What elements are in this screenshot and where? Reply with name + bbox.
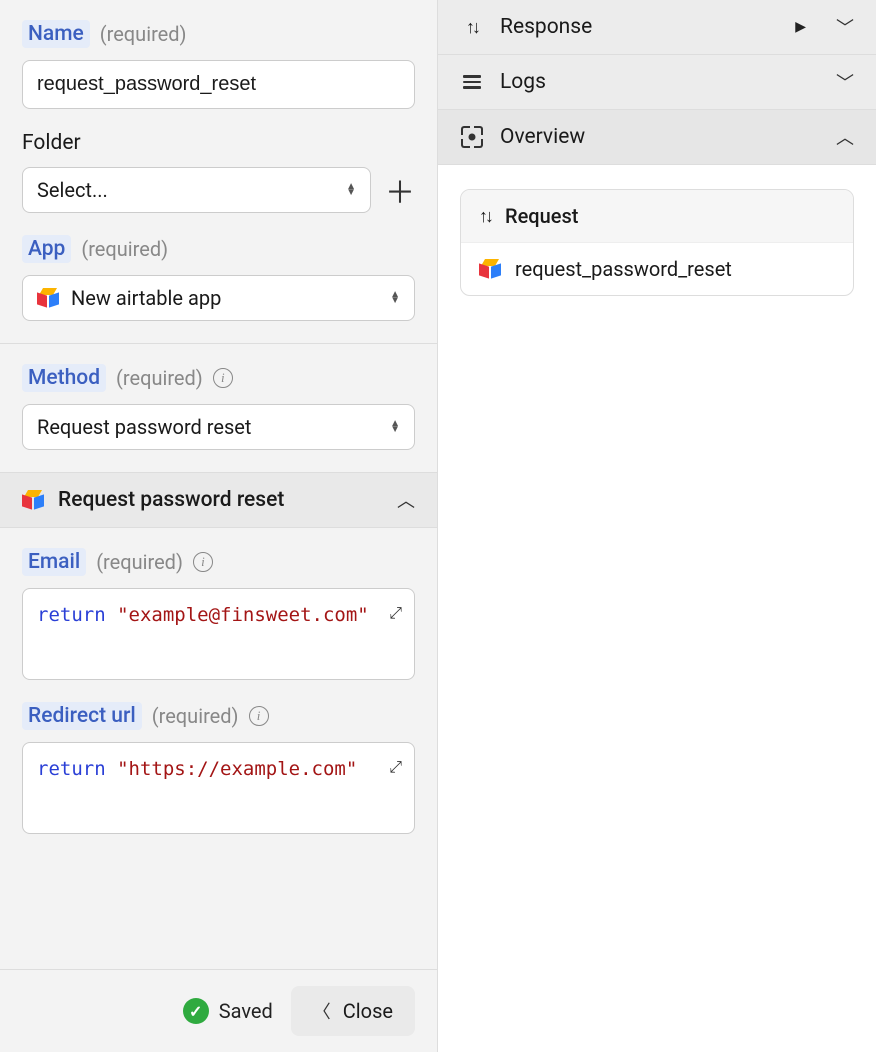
expand-icon[interactable]: ⤢ xyxy=(389,755,402,779)
airtable-icon xyxy=(37,288,59,308)
method-select-value: Request password reset xyxy=(37,415,251,439)
updown-caret-icon: ▲▼ xyxy=(346,184,356,196)
params-section: Email (required) i return "example@finsw… xyxy=(0,528,437,856)
code-string: "example@finsweet.com" xyxy=(117,604,369,626)
code-keyword: return xyxy=(37,604,106,626)
expand-icon[interactable]: ⤢ xyxy=(389,601,402,625)
email-required: (required) xyxy=(96,550,183,574)
app-label: App xyxy=(22,235,71,263)
redirect-label-row: Redirect url (required) i xyxy=(22,702,415,730)
folder-select-row: Select... ▲▼ ＋ xyxy=(22,167,415,213)
form-top-section: Name (required) Folder Select... ▲▼ ＋ Ap… xyxy=(0,0,437,343)
email-field-group: Email (required) i return "example@finsw… xyxy=(22,548,415,680)
folder-label: Folder xyxy=(22,131,81,155)
method-required: (required) xyxy=(116,366,203,390)
accordion-request-password-reset[interactable]: Request password reset ︿ xyxy=(0,472,437,528)
overview-content: ↑↓ Request request_password_reset xyxy=(438,165,876,320)
airtable-icon xyxy=(22,490,44,510)
email-code-input[interactable]: return "example@finsweet.com" ⤢ xyxy=(22,588,415,680)
transfer-icon: ↑↓ xyxy=(479,206,491,227)
tab-logs-label: Logs xyxy=(500,70,546,94)
chevron-up-icon: ︿ xyxy=(397,487,415,513)
tab-logs[interactable]: Logs ﹀ xyxy=(438,55,876,110)
info-icon[interactable]: i xyxy=(213,368,233,388)
tab-overview-label: Overview xyxy=(500,125,585,149)
play-icon[interactable]: ▶ xyxy=(795,19,806,35)
transfer-icon: ↑↓ xyxy=(460,17,484,38)
close-label: Close xyxy=(343,999,393,1023)
chevron-down-icon: ﹀ xyxy=(836,69,854,95)
app-select-value: New airtable app xyxy=(71,286,221,310)
folder-field-group: Folder Select... ▲▼ ＋ xyxy=(22,131,415,213)
folder-label-row: Folder xyxy=(22,131,415,155)
updown-caret-icon: ▲▼ xyxy=(390,292,400,304)
app-required: (required) xyxy=(81,237,168,261)
app-label-row: App (required) xyxy=(22,235,415,263)
method-select[interactable]: Request password reset ▲▼ xyxy=(22,404,415,450)
saved-status: ✓ Saved xyxy=(183,998,273,1024)
card-item[interactable]: request_password_reset xyxy=(461,242,853,295)
tab-overview[interactable]: Overview ︿ xyxy=(438,110,876,165)
method-section: Method (required) i Request password res… xyxy=(0,344,437,472)
redirect-field-group: Redirect url (required) i return "https:… xyxy=(22,702,415,834)
overview-icon xyxy=(460,126,484,148)
right-panel: ↑↓ Response ▶ ﹀ Logs ﹀ Overview ︿ ↑↓ Req… xyxy=(438,0,876,1052)
app-select[interactable]: New airtable app ▲▼ xyxy=(22,275,415,321)
name-input[interactable] xyxy=(22,60,415,109)
method-label-row: Method (required) i xyxy=(22,364,415,392)
name-field-group: Name (required) xyxy=(22,20,415,109)
method-label: Method xyxy=(22,364,106,392)
chevron-up-icon: ︿ xyxy=(836,124,854,150)
info-icon[interactable]: i xyxy=(193,552,213,572)
chevron-down-icon: ﹀ xyxy=(836,14,854,40)
name-label-row: Name (required) xyxy=(22,20,415,48)
menu-icon xyxy=(460,75,484,89)
name-required: (required) xyxy=(100,22,187,46)
redirect-label: Redirect url xyxy=(22,702,142,730)
tab-response[interactable]: ↑↓ Response ▶ ﹀ xyxy=(438,0,876,55)
info-icon[interactable]: i xyxy=(249,706,269,726)
card-header-request[interactable]: ↑↓ Request xyxy=(461,190,853,242)
folder-select-value: Select... xyxy=(37,178,108,202)
code-keyword: return xyxy=(37,758,106,780)
chevron-left-icon: 〈 xyxy=(313,998,331,1024)
tab-response-label: Response xyxy=(500,15,592,39)
folder-select[interactable]: Select... ▲▼ xyxy=(22,167,371,213)
app-field-group: App (required) New airtable app ▲▼ xyxy=(22,235,415,321)
code-string: "https://example.com" xyxy=(117,758,357,780)
close-button[interactable]: 〈 Close xyxy=(291,986,415,1036)
email-label-row: Email (required) i xyxy=(22,548,415,576)
left-panel: Name (required) Folder Select... ▲▼ ＋ Ap… xyxy=(0,0,438,1052)
redirect-required: (required) xyxy=(152,704,239,728)
footer-bar: ✓ Saved 〈 Close xyxy=(0,969,437,1052)
name-label: Name xyxy=(22,20,90,48)
airtable-icon xyxy=(479,259,501,279)
overview-card: ↑↓ Request request_password_reset xyxy=(460,189,854,296)
updown-caret-icon: ▲▼ xyxy=(390,421,400,433)
card-item-label: request_password_reset xyxy=(515,257,732,281)
accordion-title: Request password reset xyxy=(58,488,284,512)
card-header-label: Request xyxy=(505,204,578,228)
email-label: Email xyxy=(22,548,86,576)
saved-label: Saved xyxy=(219,999,273,1023)
check-circle-icon: ✓ xyxy=(183,998,209,1024)
redirect-code-input[interactable]: return "https://example.com" ⤢ xyxy=(22,742,415,834)
add-folder-button[interactable]: ＋ xyxy=(385,168,415,212)
